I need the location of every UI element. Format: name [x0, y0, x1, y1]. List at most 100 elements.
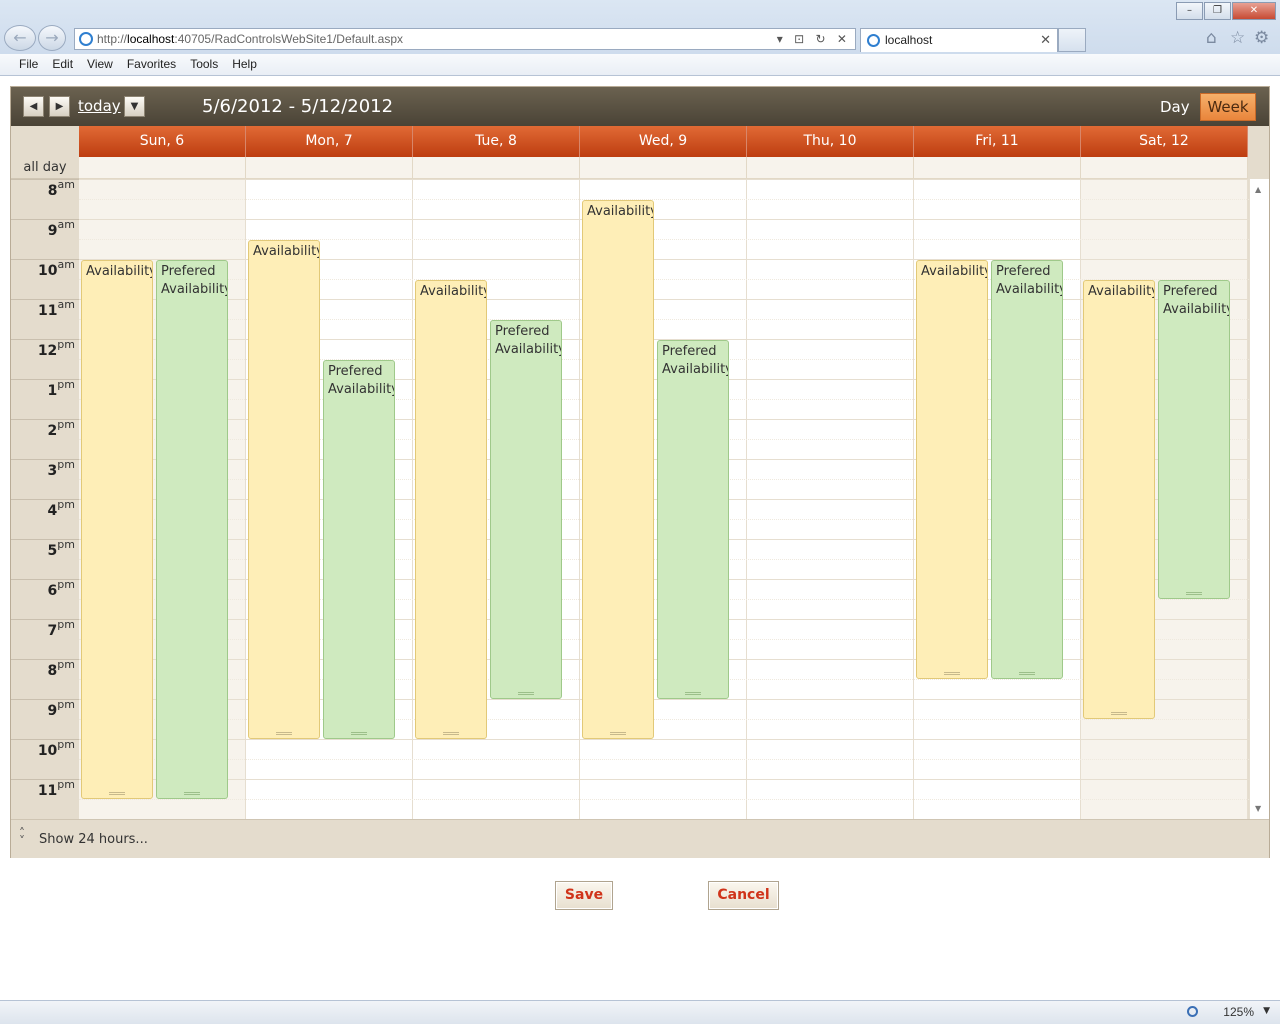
- menu-view[interactable]: View: [80, 54, 120, 75]
- availability-appointment[interactable]: Availability: [916, 260, 988, 679]
- day-header[interactable]: Mon, 7: [246, 126, 413, 157]
- day-headers: Sun, 6 Mon, 7 Tue, 8 Wed, 9 Thu, 10 Fri, 11 Sa…: [11, 126, 1269, 157]
- minimize-icon[interactable]: –: [1176, 2, 1203, 20]
- resize-grip-icon[interactable]: [351, 732, 367, 735]
- hour-ampm: pm: [57, 738, 75, 751]
- hour-ampm: am: [57, 298, 75, 311]
- scroll-up-icon[interactable]: ▲: [1255, 185, 1261, 194]
- zoom-dropdown-icon[interactable]: ▼: [1263, 1006, 1270, 1016]
- all-day-cell[interactable]: [914, 157, 1081, 179]
- prefered-availability-appointment[interactable]: Prefered Availability: [991, 260, 1063, 679]
- hour-ampm: pm: [57, 618, 75, 631]
- day-header[interactable]: Thu, 10: [747, 126, 914, 157]
- all-day-cell[interactable]: [1081, 157, 1248, 179]
- half-hour-gridline: [79, 759, 1249, 760]
- menu-edit[interactable]: Edit: [45, 54, 80, 75]
- hour-label: 5pm: [11, 538, 79, 579]
- show-24-hours-link[interactable]: Show 24 hours...: [39, 832, 148, 847]
- hour-ampm: am: [57, 179, 75, 191]
- hour-label: 3pm: [11, 458, 79, 499]
- expand-chevron-icon[interactable]: ˄ ˅: [19, 827, 25, 847]
- address-bar[interactable]: http://localhost:40705/RadControlsWebSit…: [74, 28, 856, 50]
- address-tools-icons[interactable]: ▾ ⊡ ↻ ✕: [777, 29, 851, 49]
- prev-week-button[interactable]: ◀: [23, 96, 44, 117]
- new-tab-button[interactable]: [1058, 28, 1086, 52]
- resize-grip-icon[interactable]: [276, 732, 292, 735]
- browser-tab[interactable]: localhost ✕: [860, 28, 1058, 52]
- all-day-cell[interactable]: [747, 157, 914, 179]
- view-day-tab[interactable]: Day: [1160, 98, 1190, 116]
- hour-label: 8pm: [11, 658, 79, 699]
- resize-grip-icon[interactable]: [518, 692, 534, 695]
- appointment-subject: Availability: [420, 284, 487, 299]
- menu-file[interactable]: File: [12, 54, 45, 75]
- close-icon[interactable]: ✕: [1232, 2, 1276, 20]
- vertical-scrollbar[interactable]: ▲ ▼: [1249, 179, 1269, 819]
- menu-favorites[interactable]: Favorites: [120, 54, 183, 75]
- tab-close-icon[interactable]: ✕: [1040, 29, 1051, 51]
- prefered-availability-appointment[interactable]: Prefered Availability: [657, 340, 729, 699]
- prefered-availability-appointment[interactable]: Prefered Availability: [323, 360, 395, 739]
- calendar-dropdown-icon[interactable]: ▼: [124, 96, 145, 117]
- resize-grip-icon[interactable]: [1111, 712, 1127, 715]
- resize-grip-icon[interactable]: [443, 732, 459, 735]
- hour-label: 2pm: [11, 418, 79, 459]
- scroll-down-icon[interactable]: ▼: [1255, 804, 1261, 813]
- day-header[interactable]: Sun, 6: [79, 126, 246, 157]
- hour-number: 10: [37, 743, 58, 759]
- availability-appointment[interactable]: Availability: [81, 260, 153, 799]
- hour-ampm: pm: [57, 418, 75, 431]
- all-day-cell[interactable]: [580, 157, 747, 179]
- hour-number: 8: [47, 183, 58, 199]
- ie-logo-icon: [79, 32, 93, 46]
- today-link[interactable]: today: [78, 97, 121, 115]
- hour-label: 10pm: [11, 738, 79, 779]
- menu-tools[interactable]: Tools: [183, 54, 225, 75]
- cancel-button[interactable]: Cancel: [708, 881, 779, 910]
- hour-gridline: [79, 179, 1249, 180]
- hour-gridline: [79, 739, 1249, 740]
- all-day-cell[interactable]: [79, 157, 246, 179]
- day-header[interactable]: Tue, 8: [413, 126, 580, 157]
- day-header[interactable]: Fri, 11: [914, 126, 1081, 157]
- resize-grip-icon[interactable]: [184, 792, 200, 795]
- hour-ampm: pm: [57, 338, 75, 351]
- all-day-cell[interactable]: [413, 157, 580, 179]
- star-icon[interactable]: ☆: [1230, 28, 1245, 48]
- back-arrow-icon[interactable]: ←: [4, 25, 36, 51]
- zoom-icon: [1187, 1006, 1198, 1017]
- all-day-cell[interactable]: [246, 157, 413, 179]
- resize-grip-icon[interactable]: [109, 792, 125, 795]
- view-week-tab[interactable]: Week: [1200, 93, 1256, 121]
- availability-appointment[interactable]: Availability: [1083, 280, 1155, 719]
- forward-arrow-icon[interactable]: →: [38, 25, 66, 51]
- menu-bar: File Edit View Favorites Tools Help: [0, 54, 1280, 76]
- menu-help[interactable]: Help: [225, 54, 264, 75]
- day-header[interactable]: Sat, 12: [1081, 126, 1248, 157]
- gear-icon[interactable]: ⚙: [1254, 28, 1269, 48]
- hour-ampm: pm: [57, 458, 75, 471]
- save-button[interactable]: Save: [555, 881, 613, 910]
- availability-appointment[interactable]: Availability: [582, 200, 654, 739]
- hour-label: 11am: [11, 298, 79, 339]
- appointment-subject: Availability: [587, 204, 654, 219]
- resize-grip-icon[interactable]: [944, 672, 960, 675]
- date-range: 5/6/2012 - 5/12/2012: [202, 96, 394, 117]
- zoom-level[interactable]: 125%: [1223, 1005, 1254, 1019]
- resize-grip-icon[interactable]: [1186, 592, 1202, 595]
- home-icon[interactable]: ⌂: [1206, 28, 1217, 48]
- hour-label: 9pm: [11, 698, 79, 739]
- prefered-availability-appointment[interactable]: Prefered Availability: [156, 260, 228, 799]
- next-week-button[interactable]: ▶: [49, 96, 70, 117]
- prefered-availability-appointment[interactable]: Prefered Availability: [490, 320, 562, 699]
- hour-ampm: pm: [57, 538, 75, 551]
- restore-icon[interactable]: ❐: [1204, 2, 1231, 20]
- prefered-availability-appointment[interactable]: Prefered Availability: [1158, 280, 1230, 599]
- resize-grip-icon[interactable]: [1019, 672, 1035, 675]
- availability-appointment[interactable]: Availability: [415, 280, 487, 739]
- day-header[interactable]: Wed, 9: [580, 126, 747, 157]
- resize-grip-icon[interactable]: [685, 692, 701, 695]
- hour-ampm: pm: [57, 698, 75, 711]
- availability-appointment[interactable]: Availability: [248, 240, 320, 739]
- resize-grip-icon[interactable]: [610, 732, 626, 735]
